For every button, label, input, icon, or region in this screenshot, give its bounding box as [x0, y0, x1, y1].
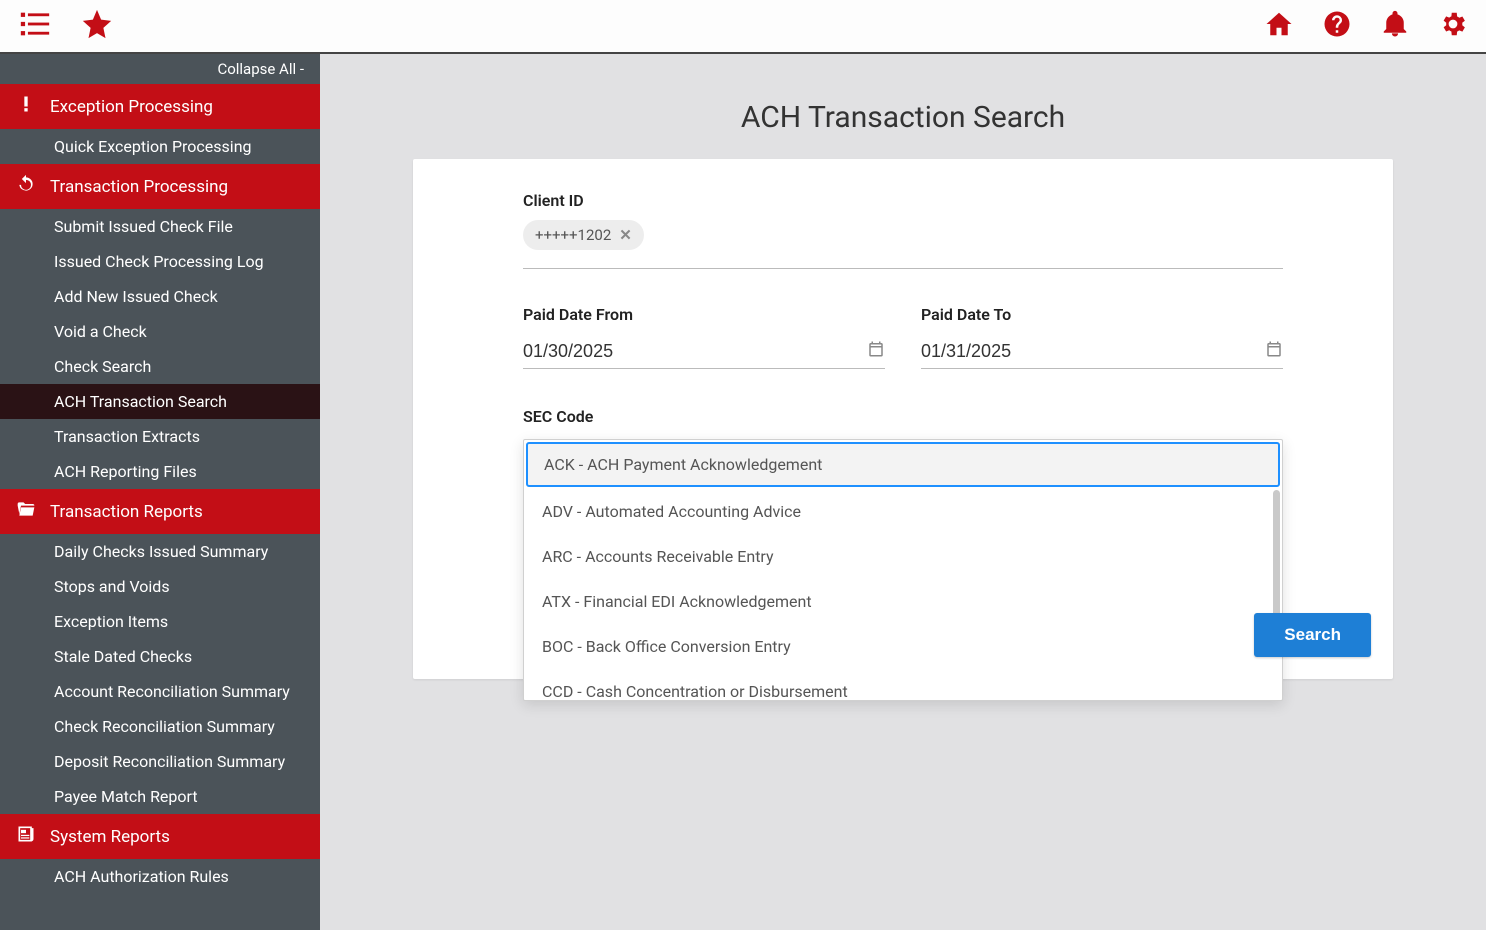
search-form-card: Client ID +++++1202 ✕ Paid Date From: [413, 159, 1393, 679]
client-id-chip-text: +++++1202: [535, 226, 611, 244]
nav-section-system-reports[interactable]: System Reports: [0, 814, 320, 859]
folder-open-icon: [16, 499, 36, 524]
sec-option-arc[interactable]: ARC - Accounts Receivable Entry: [524, 534, 1282, 579]
page-title: ACH Transaction Search: [741, 100, 1065, 135]
nav-item-stops-and-voids[interactable]: Stops and Voids: [0, 569, 320, 604]
nav-item-payee-match-report[interactable]: Payee Match Report: [0, 779, 320, 814]
nav-item-stale-dated-checks[interactable]: Stale Dated Checks: [0, 639, 320, 674]
paid-date-from-label: Paid Date From: [523, 305, 885, 324]
nav-section-transaction-processing[interactable]: Transaction Processing: [0, 164, 320, 209]
sec-code-dropdown[interactable]: ACK - ACH Payment Acknowledgement ADV - …: [523, 439, 1283, 701]
nav-section-transaction-reports[interactable]: Transaction Reports: [0, 489, 320, 534]
nav-item-account-reconciliation-summary[interactable]: Account Reconciliation Summary: [0, 674, 320, 709]
paid-date-from-field[interactable]: [523, 334, 885, 369]
bell-icon[interactable]: [1380, 9, 1410, 43]
nav-section-label: Transaction Reports: [50, 502, 203, 522]
nav-item-deposit-reconciliation-summary[interactable]: Deposit Reconciliation Summary: [0, 744, 320, 779]
nav-item-submit-issued-check-file[interactable]: Submit Issued Check File: [0, 209, 320, 244]
dropdown-scrollbar[interactable]: [1273, 490, 1280, 698]
nav-section-label: Exception Processing: [50, 97, 213, 117]
nav-item-transaction-extracts[interactable]: Transaction Extracts: [0, 419, 320, 454]
nav-item-void-a-check[interactable]: Void a Check: [0, 314, 320, 349]
menu-list-icon[interactable]: [18, 7, 52, 45]
calendar-icon[interactable]: [867, 340, 885, 362]
newspaper-icon: [16, 824, 36, 849]
top-bar: [0, 0, 1486, 54]
sec-option-ccd[interactable]: CCD - Cash Concentration or Disbursement: [524, 669, 1282, 701]
nav-item-issued-check-processing-log[interactable]: Issued Check Processing Log: [0, 244, 320, 279]
search-button[interactable]: Search: [1254, 613, 1371, 657]
paid-date-to-label: Paid Date To: [921, 305, 1283, 324]
home-icon[interactable]: [1264, 9, 1294, 43]
calendar-icon[interactable]: [1265, 340, 1283, 362]
sec-option-adv[interactable]: ADV - Automated Accounting Advice: [524, 489, 1282, 534]
nav-section-label: Transaction Processing: [50, 177, 228, 197]
star-icon[interactable]: [80, 7, 114, 45]
client-id-label: Client ID: [523, 191, 1283, 210]
nav-item-daily-checks-issued-summary[interactable]: Daily Checks Issued Summary: [0, 534, 320, 569]
refresh-icon: [16, 174, 36, 199]
nav-item-check-reconciliation-summary[interactable]: Check Reconciliation Summary: [0, 709, 320, 744]
paid-date-to-input[interactable]: [921, 341, 1265, 362]
nav-item-exception-items[interactable]: Exception Items: [0, 604, 320, 639]
collapse-all-link[interactable]: Collapse All -: [0, 54, 320, 84]
nav-item-ach-transaction-search[interactable]: ACH Transaction Search: [0, 384, 320, 419]
sidebar: Collapse All - Exception Processing Quic…: [0, 54, 320, 930]
nav-section-exception-processing[interactable]: Exception Processing: [0, 84, 320, 129]
sec-code-label: SEC Code: [523, 407, 1283, 426]
main-content: ACH Transaction Search Client ID +++++12…: [320, 54, 1486, 930]
chip-remove-icon[interactable]: ✕: [619, 226, 632, 244]
sec-option-boc[interactable]: BOC - Back Office Conversion Entry: [524, 624, 1282, 669]
gear-icon[interactable]: [1438, 9, 1468, 43]
sec-option-atx[interactable]: ATX - Financial EDI Acknowledgement: [524, 579, 1282, 624]
nav-item-check-search[interactable]: Check Search: [0, 349, 320, 384]
nav-section-label: System Reports: [50, 827, 170, 847]
exclamation-icon: [16, 94, 36, 119]
nav-item-ach-authorization-rules[interactable]: ACH Authorization Rules: [0, 859, 320, 894]
paid-date-from-input[interactable]: [523, 341, 867, 362]
nav-item-quick-exception-processing[interactable]: Quick Exception Processing: [0, 129, 320, 164]
nav-item-add-new-issued-check[interactable]: Add New Issued Check: [0, 279, 320, 314]
nav-item-ach-reporting-files[interactable]: ACH Reporting Files: [0, 454, 320, 489]
sec-option-ack[interactable]: ACK - ACH Payment Acknowledgement: [526, 442, 1280, 487]
paid-date-to-field[interactable]: [921, 334, 1283, 369]
help-icon[interactable]: [1322, 9, 1352, 43]
scrollbar-thumb[interactable]: [1273, 490, 1280, 630]
client-id-underline[interactable]: [523, 262, 1283, 269]
client-id-chip[interactable]: +++++1202 ✕: [523, 220, 644, 250]
